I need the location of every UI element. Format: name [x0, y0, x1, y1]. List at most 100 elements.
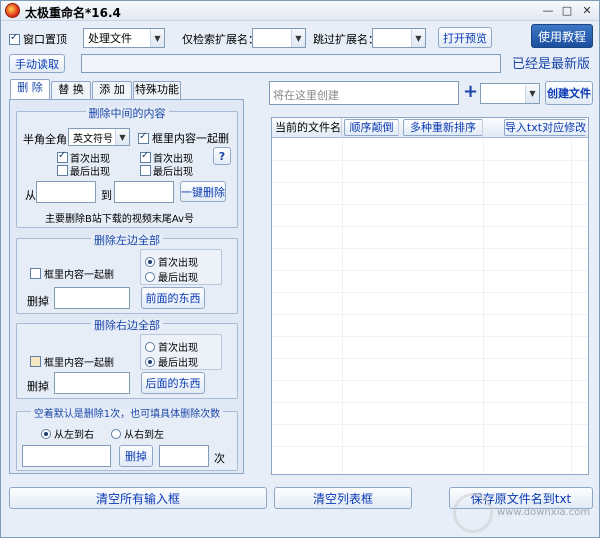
first2-check-icon[interactable] — [140, 150, 151, 163]
grid-line — [272, 402, 588, 403]
delete-text-input[interactable] — [22, 445, 111, 467]
create-name-input[interactable]: 将在这里创建 — [269, 81, 459, 105]
delete-count-title: 空着默认是删除1次，也可填具体删除次数 — [30, 409, 224, 420]
clear-list-button[interactable]: 清空列表框 — [274, 487, 412, 509]
chevron-down-icon[interactable]: ▼ — [525, 84, 539, 103]
manual-read-button[interactable]: 手动读取 — [9, 54, 65, 73]
delete-before-button[interactable]: 前面的东西 — [141, 287, 205, 309]
middle-bracket-check-icon[interactable] — [138, 131, 149, 144]
help-button[interactable]: ? — [213, 147, 231, 165]
grid-line — [272, 446, 588, 447]
right-first-radio-icon[interactable] — [145, 341, 155, 352]
left-bracket-label: 框里内容一起删 — [44, 270, 114, 281]
delete-left-group: 删除左边全部 框里内容一起删 首次出现 最后出现 删掉 前面的东西 — [16, 234, 238, 314]
grid-line — [272, 358, 588, 359]
path-input[interactable] — [81, 54, 501, 73]
from-label: 从 — [25, 189, 36, 202]
grid-line — [272, 160, 588, 161]
width-mode-label: 半角全角 — [23, 133, 67, 146]
left-bracket-check-icon[interactable] — [30, 268, 41, 279]
left-first-label: 首次出现 — [158, 258, 198, 269]
rtl-radio-icon[interactable] — [111, 428, 121, 439]
process-type-combo[interactable]: 处理文件 ▼ — [83, 28, 165, 48]
left-occurrence-box: 首次出现 最后出现 — [140, 249, 222, 285]
skip-ext-combo[interactable]: ▼ — [372, 28, 426, 48]
left-first-radio-icon[interactable] — [145, 256, 155, 267]
right-bracket-check-icon[interactable] — [30, 356, 41, 367]
symbol-type-combo[interactable]: 英文符号 ▼ — [68, 128, 130, 146]
file-type-combo[interactable]: ▼ — [480, 83, 540, 104]
tab-special[interactable]: 特殊功能 — [133, 81, 181, 99]
window-top-check-icon[interactable] — [9, 32, 20, 45]
grid-line — [272, 270, 588, 271]
right-last-radio-icon[interactable] — [145, 356, 155, 367]
right-last-label: 最后出现 — [158, 358, 198, 369]
left-first-radio[interactable]: 首次出现 — [145, 254, 198, 269]
plus-icon: + — [463, 81, 479, 102]
grid-line — [272, 204, 588, 205]
last1-check-icon[interactable] — [57, 165, 68, 176]
chevron-down-icon[interactable]: ▼ — [115, 129, 129, 145]
delete-count-input[interactable] — [159, 445, 209, 467]
rtl-label: 从右到左 — [124, 430, 164, 441]
ltr-radio-icon[interactable] — [41, 428, 51, 439]
grid-line — [272, 226, 588, 227]
window-top-checkbox[interactable]: 窗口置顶 — [9, 31, 67, 47]
delete-count-group: 空着默认是删除1次，也可填具体删除次数 从左到右 从右到左 删掉 次 — [16, 409, 238, 471]
minimize-button[interactable]: — — [539, 3, 557, 19]
delete-right-title: 删除右边全部 — [91, 319, 163, 332]
app-window: 太极重命名*16.4 — □ ✕ 窗口置顶 处理文件 ▼ 仅检索扩展名： ▼ 跳… — [0, 0, 600, 538]
window-top-label: 窗口置顶 — [23, 33, 67, 46]
to-input[interactable] — [114, 181, 174, 203]
middle-last1-checkbox[interactable]: 最后出现 — [57, 163, 110, 178]
delete-count-button[interactable]: 删掉 — [119, 445, 153, 467]
middle-last2-checkbox[interactable]: 最后出现 — [140, 163, 193, 178]
maximize-button[interactable]: □ — [558, 3, 576, 19]
left-last-radio[interactable]: 最后出现 — [145, 269, 198, 284]
chevron-down-icon[interactable]: ▼ — [291, 29, 305, 47]
right-remove-label: 删掉 — [27, 380, 49, 393]
clear-inputs-button[interactable]: 清空所有输入框 — [9, 487, 267, 509]
chevron-down-icon[interactable]: ▼ — [150, 29, 164, 47]
first1-check-icon[interactable] — [57, 150, 68, 163]
reverse-order-button[interactable]: 顺序颠倒 — [344, 119, 399, 136]
grid-line — [272, 248, 588, 249]
tab-delete[interactable]: 删 除 — [10, 79, 50, 100]
tutorial-button[interactable]: 使用教程 — [531, 24, 593, 48]
left-remove-label: 删掉 — [27, 295, 49, 308]
open-preview-button[interactable]: 打开预览 — [438, 27, 492, 48]
grid-line — [272, 380, 588, 381]
only-ext-combo[interactable]: ▼ — [252, 28, 306, 48]
right-first-radio[interactable]: 首次出现 — [145, 339, 198, 354]
create-file-button[interactable]: 创建文件 — [545, 81, 593, 105]
middle-bracket-label: 框里内容一起删 — [152, 132, 229, 145]
grid-line — [272, 292, 588, 293]
close-button[interactable]: ✕ — [578, 3, 596, 19]
to-label: 到 — [101, 189, 112, 202]
ltr-radio[interactable]: 从左到右 — [41, 426, 94, 441]
rtl-radio[interactable]: 从右到左 — [111, 426, 164, 441]
only-ext-label: 仅检索扩展名： — [182, 33, 259, 46]
last2-check-icon[interactable] — [140, 165, 151, 176]
grid-line — [272, 424, 588, 425]
left-remove-input[interactable] — [54, 287, 130, 309]
right-remove-input[interactable] — [54, 372, 130, 394]
app-logo-icon — [5, 3, 20, 18]
right-bracket-checkbox[interactable]: 框里内容一起删 — [30, 354, 114, 369]
grid-line — [272, 336, 588, 337]
left-last-radio-icon[interactable] — [145, 271, 155, 282]
left-bracket-checkbox[interactable]: 框里内容一起删 — [30, 266, 114, 281]
tab-replace[interactable]: 替 换 — [51, 81, 91, 99]
file-list-table[interactable]: 当前的文件名 顺序颠倒 多种重新排序 导入txt对应修改 — [271, 117, 589, 475]
import-txt-button[interactable]: 导入txt对应修改 — [504, 119, 586, 136]
chevron-down-icon[interactable]: ▼ — [411, 29, 425, 47]
delete-after-button[interactable]: 后面的东西 — [141, 372, 205, 394]
resort-button[interactable]: 多种重新排序 — [403, 119, 483, 136]
from-input[interactable] — [36, 181, 96, 203]
right-last-radio[interactable]: 最后出现 — [145, 354, 198, 369]
version-status: 已经是最新版 — [512, 57, 591, 72]
times-label: 次 — [214, 452, 225, 465]
tab-add[interactable]: 添 加 — [92, 81, 132, 99]
middle-bracket-checkbox[interactable]: 框里内容一起删 — [138, 130, 229, 146]
one-key-delete-button[interactable]: 一键删除 — [180, 181, 226, 202]
